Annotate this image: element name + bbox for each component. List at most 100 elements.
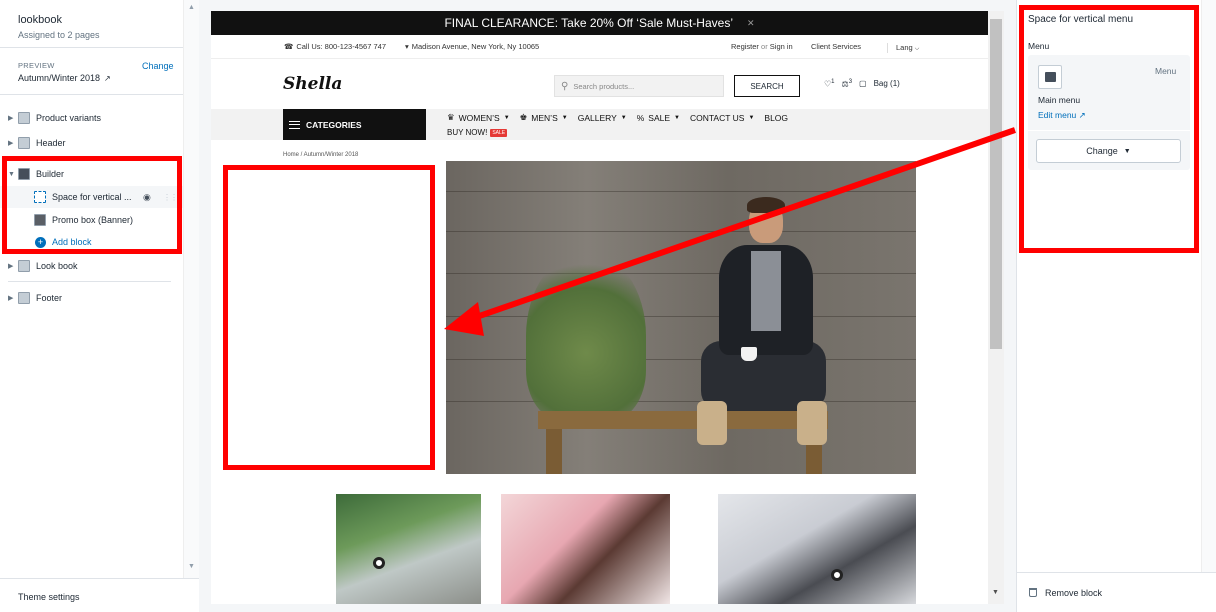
store-logo[interactable]: Shella bbox=[283, 74, 342, 94]
store-header: Shella ⚲ Search products... SEARCH ♡1 ⚖3… bbox=[211, 59, 988, 109]
chevron-down-icon: ▼ bbox=[748, 114, 755, 121]
lookbook-thumb-2[interactable] bbox=[501, 494, 670, 604]
search-button[interactable]: SEARCH bbox=[734, 75, 800, 97]
nav-item-sale[interactable]: % SALE ▼ bbox=[637, 113, 680, 123]
footer-section-icon bbox=[18, 292, 30, 304]
promo-bar: FINAL CLEARANCE: Take 20% Off ‘Sale Must… bbox=[211, 11, 988, 35]
template-subtitle: Assigned to 2 pages bbox=[18, 30, 100, 40]
nav-item-mens[interactable]: ♚ MEN’S ▼ bbox=[520, 112, 568, 123]
remove-block-label: Remove block bbox=[1045, 587, 1103, 598]
wishlist-icon[interactable]: ♡1 bbox=[824, 79, 835, 89]
model-hair bbox=[747, 197, 785, 213]
section-header[interactable]: ▶ Header bbox=[0, 133, 183, 153]
nav-item-contact[interactable]: CONTACT US ▼ bbox=[690, 113, 754, 123]
header-icons: ♡1 ⚖3 ▢ Bag (1) bbox=[824, 79, 900, 89]
nav-label: CONTACT US bbox=[689, 112, 745, 123]
hamburger-icon bbox=[289, 120, 300, 129]
search-icon: ⚲ bbox=[561, 80, 569, 92]
chevron-down-icon: ▼ bbox=[503, 114, 510, 121]
hotspot-icon[interactable] bbox=[831, 569, 843, 581]
preview-scrollbar[interactable]: ▼ bbox=[988, 11, 1004, 604]
wood-plank bbox=[446, 359, 916, 360]
panel-scrollbar[interactable] bbox=[1201, 0, 1216, 572]
nav-label: SALE bbox=[648, 112, 671, 123]
preview-value[interactable]: Autumn/Winter 2018 ↗ bbox=[18, 73, 111, 83]
section-look-book[interactable]: ▶ Look book bbox=[0, 256, 183, 276]
main-nav: CATEGORIES ♛ WOMEN’S ▼ ♚ MEN’S ▼ GALLERY ▼ % S… bbox=[211, 109, 988, 140]
caret-right-icon: ▶ bbox=[8, 115, 14, 122]
categories-button[interactable]: CATEGORIES bbox=[283, 109, 426, 140]
phone-icon: ☎ bbox=[284, 42, 294, 51]
section-product-variants[interactable]: ▶ Product variants bbox=[0, 108, 183, 128]
caret-right-icon: ▶ bbox=[8, 140, 14, 147]
lookbook-section-icon bbox=[18, 260, 30, 272]
sidebar-scrollbar[interactable]: ▲ ▼ bbox=[183, 0, 199, 578]
location-pin-icon: ▾ bbox=[405, 42, 409, 51]
promo-banner-image[interactable] bbox=[446, 161, 916, 474]
close-icon[interactable]: ✕ bbox=[747, 18, 755, 29]
caret-right-icon: ▶ bbox=[8, 263, 14, 270]
nav-item-blog[interactable]: BLOG bbox=[764, 113, 788, 123]
theme-settings-link[interactable]: Theme settings bbox=[0, 578, 199, 612]
client-services-link[interactable]: Client Services bbox=[811, 42, 861, 51]
register-link[interactable]: Register bbox=[731, 42, 759, 51]
nav-label: BLOG bbox=[764, 112, 789, 123]
chevron-down-icon: ▼ bbox=[674, 114, 680, 121]
search-placeholder: Search products... bbox=[573, 81, 635, 91]
nav-label: GALLERY bbox=[577, 112, 617, 123]
block-settings-panel: Space for vertical menu Menu Menu Main m… bbox=[1016, 0, 1216, 612]
section-footer[interactable]: ▶ Footer bbox=[0, 288, 183, 308]
divider bbox=[0, 47, 183, 48]
model-illustration bbox=[697, 197, 831, 451]
external-link-icon: ↗ bbox=[104, 73, 111, 83]
sale-badge: SALE bbox=[490, 128, 508, 137]
template-title: lookbook bbox=[18, 14, 63, 26]
nav-item-gallery[interactable]: GALLERY ▼ bbox=[578, 113, 627, 123]
plant-illustration bbox=[526, 251, 646, 421]
divider bbox=[8, 281, 171, 282]
hotspot-icon[interactable] bbox=[373, 557, 385, 569]
nav-label: WOMEN’S bbox=[458, 112, 500, 123]
search-input[interactable]: ⚲ Search products... bbox=[554, 75, 724, 97]
buy-now-label: BUY NOW! bbox=[447, 128, 488, 137]
scroll-up-icon[interactable]: ▲ bbox=[188, 4, 195, 11]
wood-plank bbox=[446, 231, 916, 232]
annotation-box-settings bbox=[1019, 5, 1199, 253]
nav-item-buy-now[interactable]: BUY NOW! SALE bbox=[447, 128, 508, 137]
percent-icon: % bbox=[636, 112, 645, 123]
address: ▾ Madison Avenue, New York, Ny 10065 bbox=[405, 42, 539, 51]
store-preview-frame: FINAL CLEARANCE: Take 20% Off ‘Sale Must… bbox=[211, 11, 988, 604]
lang-dropdown[interactable]: Lang ⌵ bbox=[887, 43, 919, 53]
lang-label: Lang bbox=[896, 43, 913, 52]
scrollbar-thumb[interactable] bbox=[990, 19, 1002, 349]
section-icon bbox=[18, 112, 30, 124]
wood-plank bbox=[446, 191, 916, 192]
wood-plank bbox=[446, 316, 916, 317]
breadcrumb[interactable]: Home / Autumn/Winter 2018 bbox=[283, 152, 358, 158]
lookbook-thumb-1[interactable] bbox=[336, 494, 481, 604]
store-topline: ☎ Call Us: 800-123-4567 747 ▾ Madison Av… bbox=[211, 35, 988, 59]
trash-icon bbox=[1029, 588, 1037, 597]
address-text: Madison Avenue, New York, Ny 10065 bbox=[411, 42, 540, 51]
divider bbox=[0, 94, 183, 95]
bag-label[interactable]: Bag (1) bbox=[874, 79, 900, 88]
preview-area: FINAL CLEARANCE: Take 20% Off ‘Sale Must… bbox=[200, 0, 1015, 612]
model-boot bbox=[697, 401, 727, 445]
bag-icon[interactable]: ▢ bbox=[859, 79, 867, 88]
header-section-icon bbox=[18, 137, 30, 149]
nav-item-womens[interactable]: ♛ WOMEN’S ▼ bbox=[447, 112, 510, 123]
wishlist-count: 1 bbox=[831, 79, 835, 85]
chevron-down-icon: ▼ bbox=[561, 114, 568, 121]
wood-plank bbox=[446, 273, 916, 274]
lookbook-thumb-3[interactable] bbox=[718, 494, 916, 604]
scroll-down-icon[interactable]: ▼ bbox=[992, 589, 999, 596]
cup-illustration bbox=[741, 347, 757, 361]
remove-block-button[interactable]: Remove block bbox=[1017, 572, 1216, 612]
phone-text: Call Us: 800-123-4567 747 bbox=[296, 42, 386, 51]
account-links: Register or Sign in bbox=[731, 42, 793, 51]
sign-in-link[interactable]: Sign in bbox=[770, 42, 793, 51]
compare-icon[interactable]: ⚖3 bbox=[842, 79, 853, 89]
scroll-down-icon[interactable]: ▼ bbox=[188, 563, 195, 570]
preview-change-link[interactable]: Change bbox=[142, 61, 174, 71]
preview-label: PREVIEW bbox=[18, 61, 55, 70]
